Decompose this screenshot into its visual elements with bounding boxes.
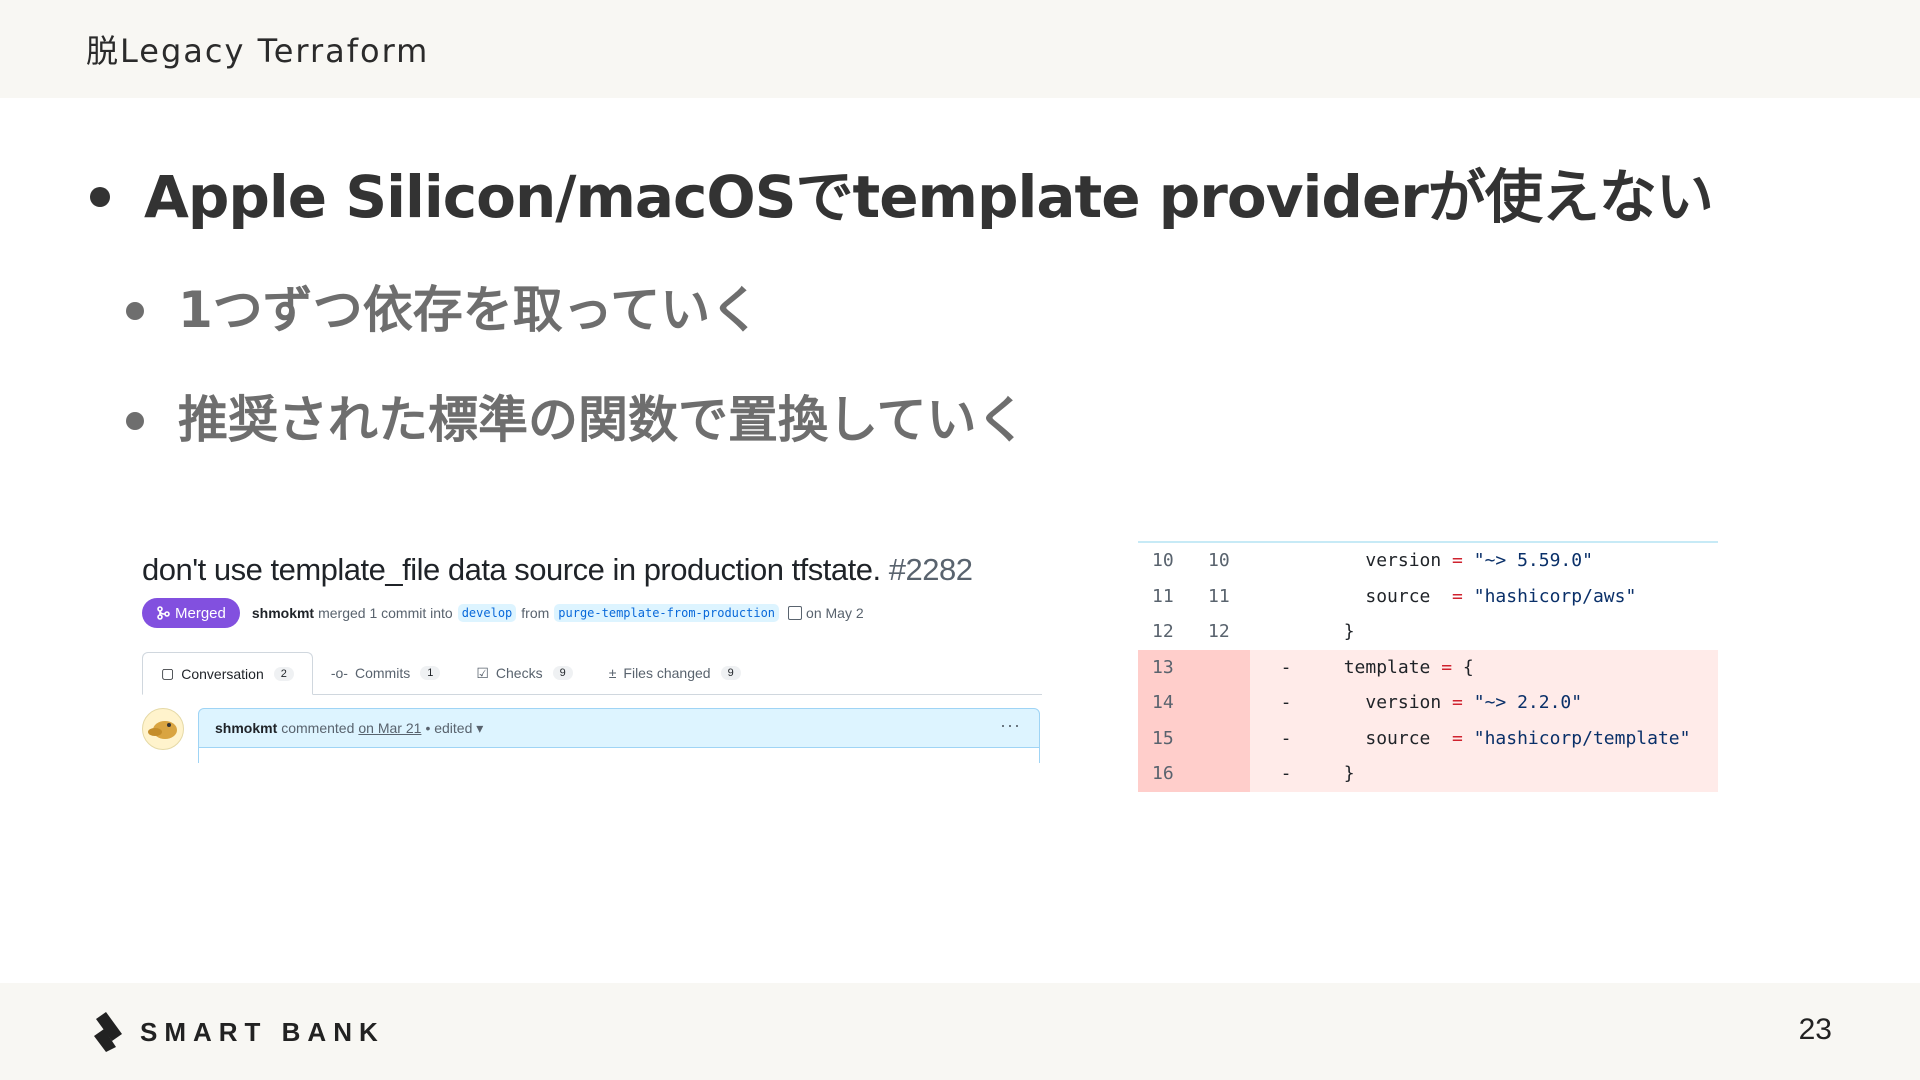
new-line-number: 10 (1208, 550, 1230, 572)
diff-line: 11 11 source = "hashicorp/aws" (1138, 579, 1718, 615)
code-text: source = "hashicorp/template" (1365, 727, 1691, 749)
tab-files-changed[interactable]: ± Files changed 9 (591, 652, 759, 694)
merged-description: merged 1 commit into (318, 605, 453, 621)
merge-icon (157, 606, 170, 620)
tab-conversation[interactable]: ▢ Conversation 2 (142, 652, 313, 695)
copy-icon[interactable] (788, 606, 803, 620)
comment-date-link[interactable]: on Mar 21 (358, 720, 421, 736)
old-line-number: 16 (1152, 763, 1174, 785)
base-branch[interactable]: develop (457, 604, 517, 622)
code-text: template = { (1343, 656, 1474, 678)
pull-request-title-text: don't use template_file data source in p… (142, 552, 881, 587)
comment-author-link[interactable]: shmokmt (215, 720, 277, 736)
platypus-avatar-icon (148, 721, 177, 739)
merged-status-badge: Merged (142, 598, 240, 628)
sub-bullet-2-text: 推奨された標準の関数で置換していく (178, 391, 1027, 449)
code-text: } (1343, 621, 1355, 643)
code-text: source = "hashicorp/aws" (1365, 585, 1637, 607)
diff-sign: - (1280, 763, 1292, 785)
tab-count: 9 (720, 666, 741, 680)
diff-line: 12 12 } (1138, 614, 1718, 650)
more-options-icon[interactable]: ··· (1000, 715, 1021, 736)
code-text: version = "~> 2.2.0" (1365, 692, 1583, 714)
bullet-icon (126, 411, 144, 430)
pull-request-screenshot: don't use template_file data source in p… (138, 548, 1044, 768)
deleted-diff-line: 14 - version = "~> 2.2.0" (1138, 685, 1718, 721)
edited-dropdown[interactable]: • edited ▾ (425, 720, 483, 737)
old-line-number: 10 (1152, 550, 1174, 572)
comment-action: commented (281, 720, 355, 736)
old-line-number: 15 (1152, 727, 1174, 749)
smart-bank-mark-icon (94, 1012, 122, 1052)
code-diff: 10 10 version = "~> 5.59.0" 11 11 source =… (1138, 541, 1718, 797)
sub-bullet-2: 推奨された標準の関数で置換していく (126, 380, 1027, 452)
avatar[interactable] (142, 708, 184, 750)
deleted-diff-line: 15 - source = "hashicorp/template" (1138, 720, 1718, 756)
old-line-number: 13 (1152, 656, 1174, 678)
page-number: 23 (1798, 1013, 1832, 1046)
pull-request-meta: Merged shmokmt merged 1 commit into deve… (142, 598, 864, 628)
sub-bullet-1: 1つずつ依存を取っていく (126, 270, 760, 342)
deleted-diff-line: 16 - } (1138, 756, 1718, 792)
new-line-number: 11 (1208, 585, 1230, 607)
diff-sign: - (1280, 656, 1292, 678)
pull-request-title: don't use template_file data source in p… (142, 552, 973, 588)
chevron-down-icon: ▾ (476, 719, 484, 736)
smart-bank-logo: SMART BANK (92, 1012, 385, 1052)
code-text: } (1343, 763, 1355, 785)
slide-header-title: 脱Legacy Terraform (86, 32, 430, 70)
tab-checks[interactable]: ☑ Checks 9 (458, 652, 590, 694)
code-text: version = "~> 5.59.0" (1365, 550, 1593, 572)
tab-count: 1 (420, 666, 441, 680)
bullet-icon (90, 186, 110, 207)
merge-author-link[interactable]: shmokmt (252, 605, 314, 621)
main-bullet: Apple Silicon/macOSでtemplate providerが使え… (90, 150, 1714, 234)
main-bullet-text: Apple Silicon/macOSでtemplate providerが使え… (144, 163, 1714, 231)
merge-date: on May 2 (806, 605, 864, 621)
diff-sign: - (1280, 727, 1292, 749)
diff-sign: - (1280, 692, 1292, 714)
tab-count: 2 (273, 666, 294, 681)
conversation-icon: ▢ (161, 665, 175, 681)
diff-line: 10 10 version = "~> 5.59.0" (1138, 543, 1718, 579)
deleted-diff-line: 13 - template = { (1138, 649, 1718, 685)
tab-commits[interactable]: -o- Commits 1 (313, 652, 458, 694)
comment-body (198, 747, 1040, 763)
sub-bullet-1-text: 1つずつ依存を取っていく (178, 281, 761, 339)
old-line-number: 11 (1152, 585, 1174, 607)
head-branch[interactable]: purge-template-from-production (554, 604, 780, 622)
tab-count: 9 (552, 666, 573, 680)
checks-icon: ☑ (476, 664, 489, 681)
smart-bank-logo-text: SMART BANK (140, 1016, 385, 1047)
old-line-number: 14 (1152, 692, 1174, 714)
bullet-icon (126, 301, 144, 320)
commit-icon: -o- (330, 665, 348, 681)
pull-request-number[interactable]: #2282 (889, 552, 973, 587)
comment-header: shmokmt commented on Mar 21 • edited ▾ ·… (198, 708, 1040, 748)
pull-request-tabs: ▢ Conversation 2 -o- Commits 1 ☑ Checks 9 ± Fil… (142, 652, 1042, 695)
old-line-number: 12 (1152, 621, 1174, 643)
file-diff-icon: ± (608, 665, 617, 681)
from-text: from (521, 605, 550, 621)
slide-header: 脱Legacy Terraform (0, 0, 1920, 98)
new-line-number: 12 (1208, 621, 1230, 643)
